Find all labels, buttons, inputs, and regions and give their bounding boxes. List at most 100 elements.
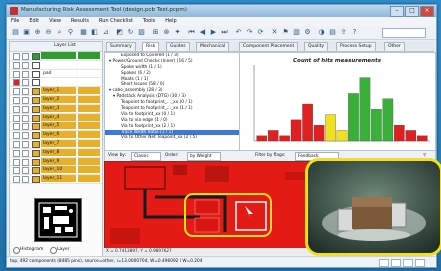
report-icon[interactable]: ▤	[328, 28, 337, 37]
chart-bar[interactable]	[256, 135, 268, 142]
save-icon[interactable]: ▣	[22, 28, 31, 37]
layer-color-swatch[interactable]	[32, 88, 40, 96]
layer-visible-checkbox[interactable]	[13, 88, 20, 96]
layer-color-swatch[interactable]	[32, 132, 40, 140]
layer-select-checkbox[interactable]	[22, 149, 29, 157]
layer-visible-checkbox[interactable]	[13, 96, 20, 104]
undo-icon[interactable]: ↶	[234, 28, 243, 37]
chart-bar[interactable]	[302, 103, 313, 142]
chart-bar[interactable]	[279, 135, 290, 142]
chart-bar[interactable]	[371, 109, 382, 142]
layer-row[interactable]: layer_5	[10, 122, 102, 132]
view-by-dropdown[interactable]: Classic	[131, 152, 161, 161]
grid-icon[interactable]: ▦	[79, 28, 88, 37]
menu-edit[interactable]: Edit	[29, 17, 39, 26]
redo-icon[interactable]: ↷	[245, 28, 254, 37]
layer-select-checkbox[interactable]	[22, 140, 29, 148]
layer-visible-checkbox[interactable]	[13, 79, 20, 87]
tab-process-setup[interactable]: Process Setup	[336, 42, 376, 51]
chart-bar[interactable]	[267, 130, 279, 142]
chart-icon[interactable]: ▥	[292, 28, 301, 37]
settings-icon[interactable]: ⚙	[303, 28, 312, 37]
chart-bar[interactable]	[348, 93, 359, 142]
layer-visible-checkbox[interactable]	[13, 158, 20, 166]
menu-run-checklist[interactable]: Run Checklist	[99, 17, 133, 26]
layer-visible-checkbox[interactable]	[13, 105, 20, 113]
layer-select-checkbox[interactable]	[22, 123, 29, 131]
tab-component-placement[interactable]: Component Placement	[239, 42, 299, 51]
stop-icon[interactable]: ✕	[270, 28, 279, 37]
layer-select-checkbox[interactable]	[22, 61, 29, 69]
layer-row[interactable]: layer_10	[10, 166, 102, 176]
layer-visible-checkbox[interactable]	[13, 167, 20, 175]
component-icon[interactable]: ⊞	[151, 28, 160, 37]
layer-visible-checkbox[interactable]	[13, 61, 20, 69]
layer-color-swatch[interactable]	[32, 70, 40, 78]
search-icon[interactable]: ⚲	[66, 28, 75, 37]
help-icon[interactable]: ?	[350, 28, 359, 37]
refresh-icon[interactable]: ⟳	[256, 28, 265, 37]
layer-select-checkbox[interactable]	[22, 167, 29, 175]
toolbar-search-field[interactable]	[382, 28, 426, 38]
layer-row[interactable]: layer_7	[10, 139, 102, 149]
layer-select-checkbox[interactable]	[22, 88, 29, 96]
status-button-3[interactable]	[403, 259, 413, 267]
layer-color-swatch[interactable]	[32, 167, 40, 175]
layer-visible-checkbox[interactable]	[13, 149, 20, 157]
select-icon[interactable]: ◩	[115, 28, 124, 37]
layer-color-swatch[interactable]	[32, 158, 40, 166]
layer-color-swatch[interactable]	[32, 149, 40, 157]
layer-select-checkbox[interactable]	[22, 53, 29, 60]
layer-visible-checkbox[interactable]	[13, 114, 20, 122]
layer-color-swatch[interactable]	[32, 176, 40, 184]
zoom-in-icon[interactable]: ⊕	[33, 28, 42, 37]
layer-visible-checkbox[interactable]	[13, 176, 20, 184]
layer-row[interactable]: layer_3	[10, 104, 102, 114]
layer-select-checkbox[interactable]	[22, 132, 29, 140]
zoom-out-icon[interactable]: ⊖	[44, 28, 53, 37]
layer-row[interactable]: layer_8	[10, 148, 102, 158]
layer-visible-checkbox[interactable]	[13, 132, 20, 140]
rotate-icon[interactable]: ↻	[126, 28, 135, 37]
close-button[interactable]: ×	[420, 6, 434, 17]
layer-row[interactable]	[10, 60, 102, 70]
layer-select-checkbox[interactable]	[22, 79, 29, 87]
flag-icon[interactable]: ⚑	[281, 28, 290, 37]
layer-select-checkbox[interactable]	[22, 96, 29, 104]
chart-bar[interactable]	[290, 119, 302, 142]
histogram-radio[interactable]	[13, 247, 20, 254]
minimize-button[interactable]: –	[390, 6, 404, 17]
tab-guides[interactable]: Guides	[166, 42, 190, 51]
tab-summary[interactable]: Summary	[106, 42, 136, 51]
layer-visible-checkbox[interactable]	[13, 70, 20, 78]
layer-visible-checkbox[interactable]	[13, 123, 20, 131]
layer-row[interactable]	[10, 78, 102, 88]
layer-color-swatch[interactable]	[32, 105, 40, 113]
highlight-icon[interactable]: ✦	[173, 28, 182, 37]
tab-other[interactable]: Other	[384, 42, 405, 51]
order-dropdown[interactable]: by Weight	[187, 152, 221, 161]
menu-file[interactable]: File	[11, 17, 19, 26]
tab-mechanical[interactable]: Mechanical	[196, 42, 230, 51]
chart-bar[interactable]	[416, 135, 428, 142]
tab-quality[interactable]: Quality	[304, 42, 329, 51]
layer-select-checkbox[interactable]	[22, 158, 29, 166]
layer-color-swatch[interactable]	[32, 96, 40, 104]
layer-select-checkbox[interactable]	[22, 105, 29, 113]
chart-bar[interactable]	[382, 98, 394, 142]
tree-item[interactable]: Via to Other Net Teapoint_xx (2 / 5)	[105, 135, 239, 141]
layer-color-swatch[interactable]	[32, 114, 40, 122]
layer-row[interactable]: layer_2	[10, 95, 102, 105]
export-icon[interactable]: ⇪	[339, 28, 348, 37]
layer-row[interactable]: layer_9	[10, 157, 102, 167]
image-icon[interactable]: ▨	[137, 28, 146, 37]
layer-select-checkbox[interactable]	[22, 176, 29, 184]
chart-bar[interactable]	[359, 77, 371, 142]
chart-bar[interactable]	[405, 130, 417, 142]
chart-bar[interactable]	[313, 124, 325, 142]
layer-row[interactable]: layer_6	[10, 131, 102, 140]
layer-color-swatch[interactable]	[32, 123, 40, 131]
color-icon[interactable]: ◑	[317, 28, 326, 37]
chart-bar[interactable]	[394, 124, 405, 142]
status-button-1[interactable]	[379, 259, 389, 267]
